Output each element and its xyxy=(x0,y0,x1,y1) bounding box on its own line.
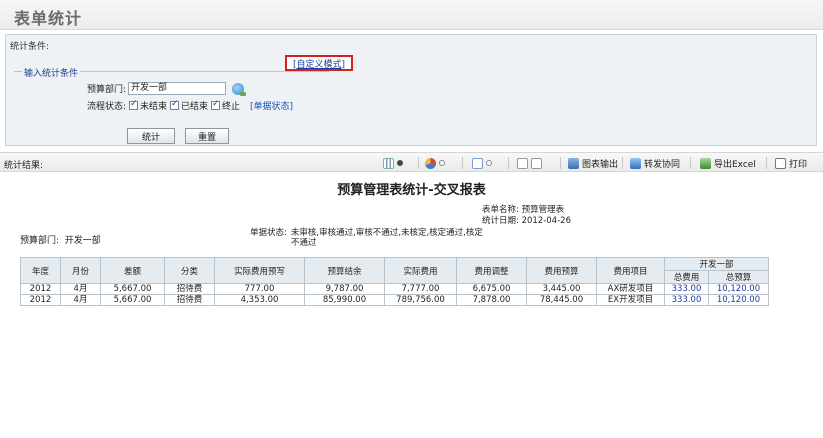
excel-icon xyxy=(700,157,711,169)
form-name-line: 表单名称: 预算管理表 xyxy=(482,205,565,215)
pie-chart-radio[interactable] xyxy=(439,160,445,166)
table-header-row: 年度 月份 差额 分类 实际费用预写 预算结余 实际费用 费用调整 费用预算 费… xyxy=(20,257,769,284)
col-header: 实际费用预写 xyxy=(214,257,305,284)
line-chart-radio[interactable] xyxy=(486,160,492,166)
title-bar: 表单统计 xyxy=(0,0,823,30)
toolbar-divider xyxy=(508,157,509,169)
col-header: 差额 xyxy=(100,257,165,284)
table-row: 2012 4月 5,667.00 招待费 777.00 9,787.00 7,7… xyxy=(20,283,769,295)
input-conditions-group: 输入统计条件 预算部门: 开发一部 流程状态: 未结束 已结束 终止 [单据状态… xyxy=(14,66,329,129)
result-toolbar: 统计结果: 图表输出 转发协同 导出Excel 打印 xyxy=(0,152,823,172)
pie-chart-icon xyxy=(425,157,436,169)
toolbar-divider xyxy=(560,157,561,169)
window-split-icon xyxy=(531,157,542,169)
status-row: 流程状态: 未结束 已结束 终止 [单据状态] xyxy=(80,99,293,112)
checkbox-box xyxy=(211,99,221,110)
bar-chart-radio[interactable] xyxy=(397,160,403,166)
input-conditions-title: 输入统计条件 xyxy=(22,66,81,79)
col-header: 费用调整 xyxy=(456,257,527,284)
print-button[interactable]: 打印 xyxy=(775,156,807,170)
total-cost-link[interactable]: 333.00 xyxy=(664,283,709,295)
conditions-panel: 统计条件: [自定义模式] 输入统计条件 预算部门: 开发一部 流程状态: 未结… xyxy=(5,34,817,146)
stat-button[interactable]: 统计 xyxy=(127,128,175,144)
table-row: 2012 4月 5,667.00 招待费 4,353.00 85,990.00 … xyxy=(20,294,769,306)
toolbar-divider xyxy=(766,157,767,169)
sub-col-header: 总预算 xyxy=(708,270,769,284)
total-budget-link[interactable]: 10,120.00 xyxy=(708,294,769,306)
total-budget-link[interactable]: 10,120.00 xyxy=(708,283,769,295)
pie-chart-toggle[interactable] xyxy=(425,156,445,170)
bar-chart-icon xyxy=(383,157,394,169)
dept-input[interactable]: 开发一部 xyxy=(128,82,226,95)
col-header: 实际费用 xyxy=(384,257,457,284)
cross-report-table: 年度 月份 差额 分类 实际费用预写 预算结余 实际费用 费用调整 费用预算 费… xyxy=(20,257,769,306)
window-icon xyxy=(517,157,528,169)
reset-button[interactable]: 重置 xyxy=(185,128,229,144)
toolbar-divider xyxy=(622,157,623,169)
toolbar-divider xyxy=(690,157,691,169)
col-header: 月份 xyxy=(60,257,101,284)
line-chart-icon xyxy=(472,157,483,169)
col-header: 费用项目 xyxy=(596,257,665,284)
toolbar-divider xyxy=(462,157,463,169)
col-header: 费用预算 xyxy=(526,257,597,284)
report-meta: 表单名称: 预算管理表 统计日期: 2012-04-26 xyxy=(482,205,571,227)
line-chart-toggle[interactable] xyxy=(472,156,492,170)
dept-row: 预算部门: 开发一部 xyxy=(80,82,246,96)
custom-mode-link[interactable]: [自定义模式] xyxy=(285,55,353,71)
status-checkbox-finished[interactable]: 已结束 xyxy=(170,99,208,112)
sub-col-header: 总费用 xyxy=(664,270,709,284)
checkbox-box xyxy=(170,99,180,110)
status-label: 流程状态: xyxy=(86,102,126,112)
status-checkbox-terminated[interactable]: 终止 xyxy=(211,99,240,112)
stat-date-line: 统计日期: 2012-04-26 xyxy=(482,216,571,226)
conditions-label: 统计条件: xyxy=(10,42,50,52)
bar-chart-toggle[interactable] xyxy=(383,156,403,170)
page-title: 表单统计 xyxy=(14,9,83,28)
report-dept: 预算部门: 开发一部 xyxy=(20,236,101,246)
col-header: 预算结余 xyxy=(304,257,385,284)
custom-mode-text: [自定义模式] xyxy=(292,59,346,70)
forward-icon xyxy=(630,157,641,169)
chart-export-icon xyxy=(568,157,579,169)
chart-export-button[interactable]: 图表输出 xyxy=(568,156,618,170)
layout-toggle[interactable] xyxy=(517,156,545,170)
forward-button[interactable]: 转发协同 xyxy=(630,156,680,170)
group-header-dept: 开发一部 xyxy=(664,257,769,271)
toolbar-divider xyxy=(418,157,419,169)
checkbox-box xyxy=(129,99,138,110)
report-title: 预算管理表统计-交叉报表 xyxy=(337,183,486,198)
dept-label: 预算部门: xyxy=(86,85,126,95)
report-doc-state: 单据状态: 未审核,审核通过,审核不通过,未核定,核定通过,核定不通过 xyxy=(250,228,483,248)
select-dept-icon[interactable] xyxy=(232,82,246,96)
result-label: 统计结果: xyxy=(4,161,44,171)
total-cost-link[interactable]: 333.00 xyxy=(664,294,709,306)
printer-icon xyxy=(775,157,786,169)
doc-status-link[interactable]: [单据状态] xyxy=(250,99,293,112)
col-header: 年度 xyxy=(20,257,61,284)
col-header: 分类 xyxy=(164,257,215,284)
export-excel-button[interactable]: 导出Excel xyxy=(700,156,756,170)
status-checkbox-unfinished[interactable]: 未结束 xyxy=(129,99,167,112)
